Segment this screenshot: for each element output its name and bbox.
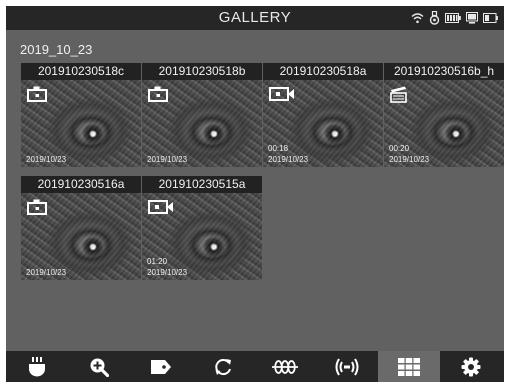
capture-date: 2019/10/23 (26, 268, 67, 277)
gallery-grid-icon (398, 357, 420, 376)
battery-icon (445, 13, 461, 23)
zoom-in-button[interactable] (68, 351, 130, 382)
top-status-bar: GALLERY (6, 6, 504, 30)
capture-date: 2019/10/23 (147, 268, 188, 277)
thumbnail-image[interactable]: 2019/10/23 (21, 193, 141, 280)
video-icon (148, 200, 173, 214)
thumbnail-tile[interactable]: 201910230518b 2019/10/23 (142, 63, 262, 167)
thumbnail-tile[interactable]: 201910230516b_h 00:20 2019/10/23 (384, 63, 504, 167)
file-name: 201910230518a (263, 63, 383, 80)
file-name: 201910230518b (142, 63, 262, 80)
tag-icon (151, 359, 171, 374)
thumbnail-image[interactable]: 2019/10/23 (21, 80, 141, 167)
bottom-toolbar (6, 351, 504, 382)
signal-button[interactable] (316, 351, 378, 382)
status-icons (411, 10, 498, 26)
capture-date: 2019/10/23 (268, 155, 309, 164)
capture-date: 2019/10/23 (26, 155, 67, 164)
clapperboard-icon (390, 86, 407, 103)
thumbnail-tile[interactable]: 201910230518c 2019/10/23 (21, 63, 141, 167)
camera-probe-icon (429, 11, 440, 25)
file-name: 201910230515a (142, 176, 262, 193)
rotate-button[interactable] (192, 351, 254, 382)
settings-button[interactable] (440, 351, 502, 382)
device-battery-icon (483, 13, 498, 23)
gallery-screen: GALLERY 2019_10_23 201910230518c 2019/10… (6, 6, 504, 382)
thumbnail-tile[interactable]: 201910230515a 01:20 2019/10/23 (142, 176, 262, 280)
filter-icon (272, 359, 298, 374)
thumbnail-tile[interactable]: 201910230518a 00:18 2019/10/23 (263, 63, 383, 167)
photo-icon (27, 86, 47, 102)
video-duration: 01:20 (147, 257, 168, 266)
video-icon (269, 87, 294, 101)
monitor-icon (466, 12, 478, 24)
filter-button[interactable] (254, 351, 316, 382)
file-name: 201910230516a (21, 176, 141, 193)
settings-gear-icon (461, 357, 481, 376)
tag-button[interactable] (130, 351, 192, 382)
photo-icon (27, 199, 47, 215)
zoom-in-icon (90, 358, 109, 377)
thumbnail-tile[interactable]: 201910230516a 2019/10/23 (21, 176, 141, 280)
capture-date: 2019/10/23 (147, 155, 188, 164)
file-name: 201910230516b_h (384, 63, 504, 80)
light-button[interactable] (6, 351, 68, 382)
capture-date: 2019/10/23 (389, 155, 430, 164)
video-duration: 00:18 (268, 144, 289, 153)
video-duration: 00:20 (389, 144, 410, 153)
thumbnail-image[interactable]: 01:20 2019/10/23 (142, 193, 262, 280)
gallery-grid-button[interactable] (378, 351, 440, 382)
gallery-date-header: 2019_10_23 (20, 42, 93, 57)
file-name: 201910230518c (21, 63, 141, 80)
thumbnail-image[interactable]: 00:18 2019/10/23 (263, 80, 383, 167)
rotate-icon (215, 358, 231, 375)
wifi-icon (411, 13, 424, 24)
thumbnail-image[interactable]: 00:20 2019/10/23 (384, 80, 504, 167)
photo-icon (148, 86, 168, 102)
thumbnail-image[interactable]: 2019/10/23 (142, 80, 262, 167)
light-icon (29, 356, 45, 376)
signal-icon (335, 357, 359, 376)
